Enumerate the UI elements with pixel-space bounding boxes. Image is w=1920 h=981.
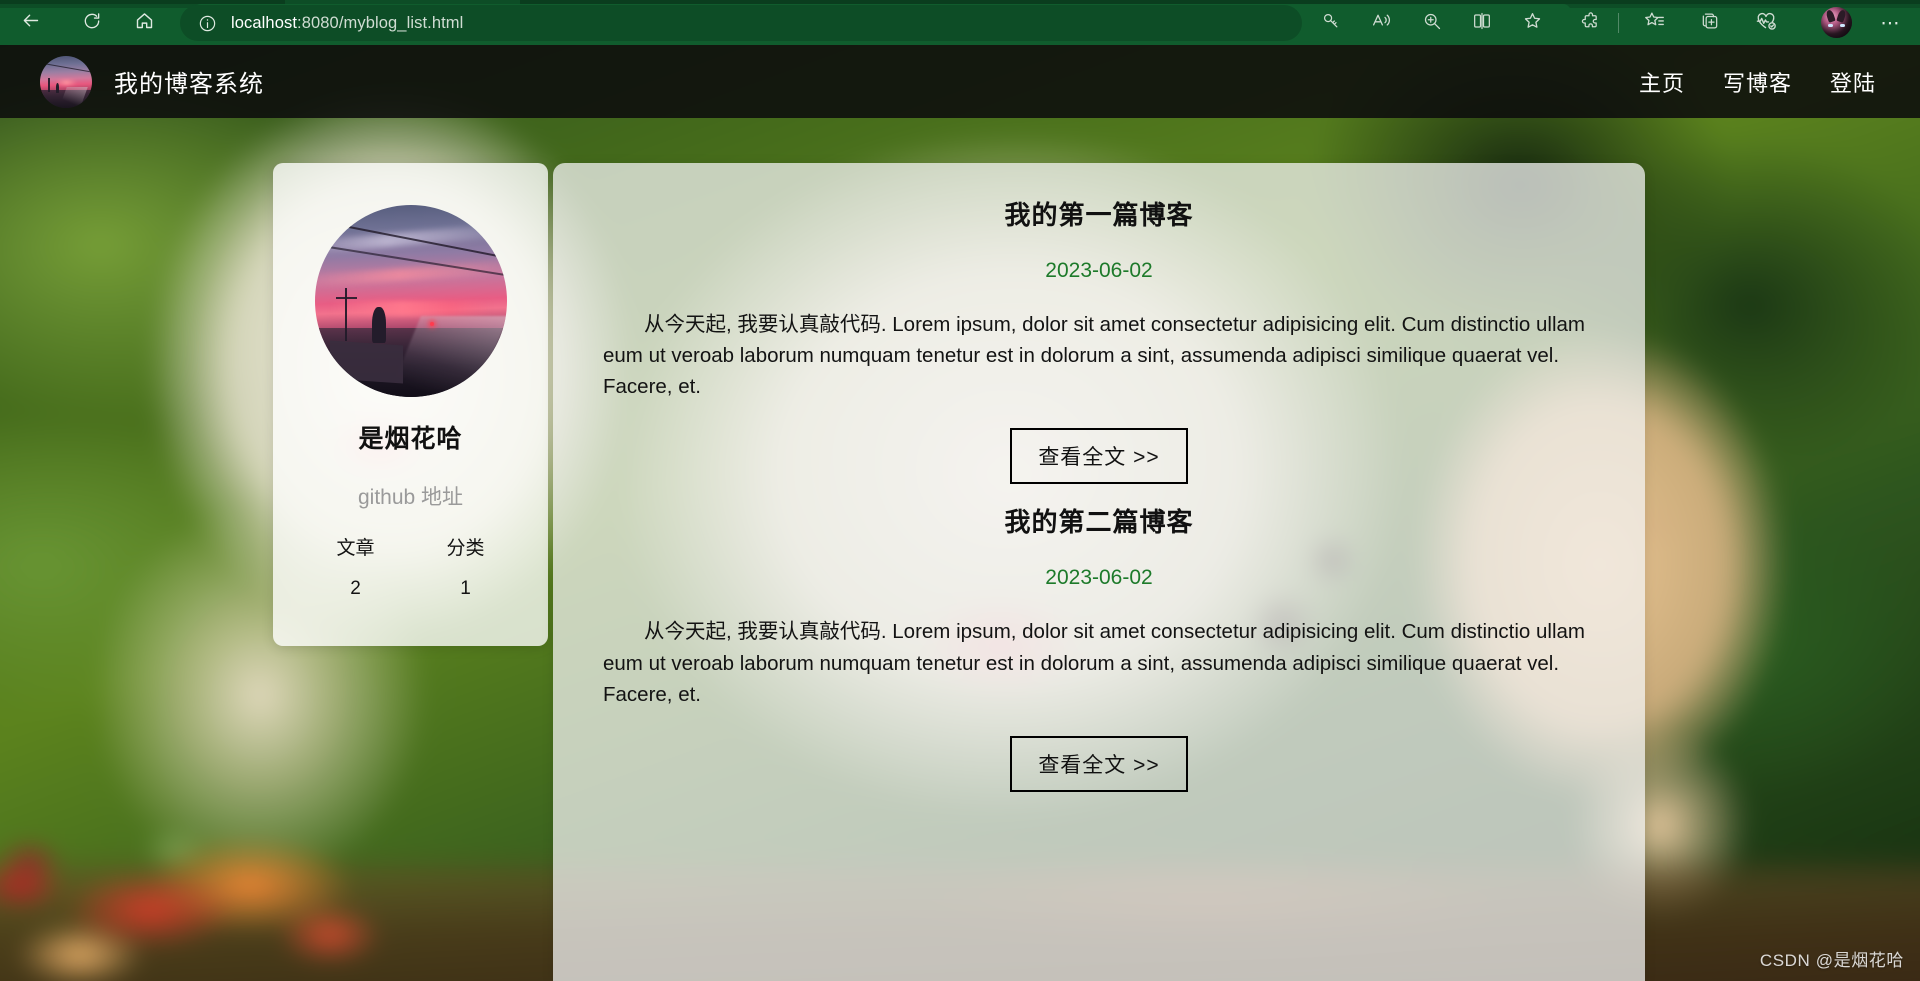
post-body: 从今天起, 我要认真敲代码. Lorem ipsum, dolor sit am… bbox=[603, 313, 1586, 399]
profile-card: 是烟花哈 github 地址 文章 2 分类 1 bbox=[273, 163, 548, 646]
browser-profile-avatar[interactable] bbox=[1821, 7, 1852, 38]
reload-button[interactable] bbox=[74, 5, 110, 41]
reload-icon bbox=[82, 11, 102, 36]
home-icon bbox=[134, 10, 155, 36]
stat-articles-value: 2 bbox=[350, 578, 361, 599]
post-actions: 查看全文 >> bbox=[577, 428, 1621, 485]
extensions-icon bbox=[1581, 11, 1601, 36]
address-bar-url: localhost:8080/myblog_list.html bbox=[231, 14, 463, 33]
nav-login[interactable]: 登陆 bbox=[1830, 66, 1876, 98]
brand-avatar-pole bbox=[47, 78, 50, 92]
home-button[interactable] bbox=[126, 5, 162, 41]
stat-categories-value: 1 bbox=[460, 578, 471, 599]
web-page: 我的博客系统 主页 写博客 登陆 是烟花哈 github 地址 文章 2 分类 … bbox=[0, 45, 1920, 981]
user-avatar-image bbox=[314, 205, 507, 397]
add-to-tabs-button[interactable] bbox=[1692, 5, 1728, 41]
site-info-icon[interactable] bbox=[198, 14, 217, 33]
browser-chrome: localhost:8080/myblog_list.html ⋯ bbox=[0, 0, 1920, 45]
site-brand[interactable]: 我的博客系统 bbox=[40, 55, 264, 108]
profile-stats: 文章 2 分类 1 bbox=[273, 533, 548, 600]
stat-articles-label: 文章 bbox=[336, 538, 375, 559]
site-title: 我的博客系统 bbox=[114, 71, 264, 98]
post-date: 2023-06-02 bbox=[1045, 259, 1153, 282]
post-date: 2023-06-02 bbox=[1045, 566, 1153, 590]
favorite-star-button[interactable] bbox=[1514, 5, 1550, 41]
split-screen-button[interactable] bbox=[1464, 5, 1500, 41]
brand-avatar-sunband bbox=[55, 79, 78, 85]
avatar-hair-right bbox=[1836, 9, 1847, 23]
favorite-star-icon bbox=[1522, 10, 1543, 36]
brand-avatar-image bbox=[40, 55, 92, 108]
avatar-utility-pole bbox=[345, 287, 348, 342]
toolbar-divider bbox=[1618, 13, 1619, 33]
read-more-button[interactable]: 查看全文 >> bbox=[1010, 428, 1188, 485]
extensions-button[interactable] bbox=[1573, 5, 1609, 41]
collections-button[interactable] bbox=[1636, 5, 1672, 41]
page-content: 是烟花哈 github 地址 文章 2 分类 1 我的第一篇博客 2023-06… bbox=[0, 118, 1920, 981]
stat-categories-label: 分类 bbox=[446, 538, 485, 559]
avatar-utility-crossarm bbox=[335, 297, 357, 300]
url-path: :8080/myblog_list.html bbox=[297, 13, 464, 32]
nav-home[interactable]: 主页 bbox=[1639, 66, 1685, 98]
key-icon bbox=[1321, 11, 1341, 36]
blog-posts-panel: 我的第一篇博客 2023-06-02 从今天起, 我要认真敲代码. Lorem … bbox=[553, 163, 1645, 981]
split-screen-icon bbox=[1472, 11, 1492, 36]
site-navigation: 主页 写博客 登陆 bbox=[1639, 66, 1876, 98]
browser-more-button[interactable]: ⋯ bbox=[1873, 5, 1909, 41]
brand-avatar-figure bbox=[55, 82, 60, 93]
browser-essentials-icon bbox=[1755, 10, 1777, 37]
avatar-person-figure bbox=[372, 306, 386, 344]
read-more-button[interactable]: 查看全文 >> bbox=[1010, 735, 1188, 792]
avatar-sun-band bbox=[329, 301, 492, 317]
add-to-tabs-icon bbox=[1700, 11, 1720, 36]
url-host: localhost bbox=[231, 13, 298, 32]
address-bar[interactable]: localhost:8080/myblog_list.html bbox=[180, 5, 1302, 41]
post-actions: 查看全文 >> bbox=[577, 735, 1621, 792]
more-dots-icon: ⋯ bbox=[1880, 12, 1902, 34]
post-title: 我的第二篇博客 bbox=[1004, 507, 1194, 538]
avatar-cloud-lower bbox=[314, 260, 507, 288]
avatar-rooftop bbox=[329, 340, 403, 385]
avatar-red-light bbox=[429, 322, 434, 327]
post-body: 从今天起, 我要认真敲代码. Lorem ipsum, dolor sit am… bbox=[603, 620, 1586, 706]
read-aloud-icon bbox=[1371, 10, 1392, 36]
collections-icon bbox=[1644, 10, 1665, 36]
back-arrow-icon bbox=[20, 10, 41, 36]
browser-essentials-button[interactable] bbox=[1748, 5, 1784, 41]
brand-avatar-wire bbox=[40, 62, 92, 73]
back-button[interactable] bbox=[12, 5, 48, 41]
csdn-watermark: CSDN @是烟花哈 bbox=[1759, 951, 1904, 970]
avatar-eye-right bbox=[1840, 24, 1845, 27]
stat-categories: 分类 1 bbox=[426, 533, 506, 600]
avatar-hair-left bbox=[1825, 9, 1836, 23]
site-header: 我的博客系统 主页 写博客 登陆 bbox=[0, 45, 1920, 118]
read-aloud-button[interactable] bbox=[1363, 5, 1399, 41]
nav-write-blog[interactable]: 写博客 bbox=[1723, 66, 1792, 98]
stat-articles: 文章 2 bbox=[316, 533, 396, 600]
zoom-icon bbox=[1422, 11, 1442, 36]
avatar-eye-left bbox=[1828, 24, 1833, 27]
post-title: 我的第一篇博客 bbox=[1004, 200, 1194, 230]
zoom-button[interactable] bbox=[1414, 5, 1450, 41]
blog-post-1: 我的第一篇博客 2023-06-02 从今天起, 我要认真敲代码. Lorem … bbox=[553, 195, 1645, 485]
blog-post-2: 我的第二篇博客 2023-06-02 从今天起, 我要认真敲代码. Lorem … bbox=[553, 502, 1645, 792]
profile-name: 是烟花哈 bbox=[358, 425, 463, 453]
key-icon-button[interactable] bbox=[1313, 5, 1349, 41]
github-link[interactable]: github 地址 bbox=[358, 481, 463, 511]
